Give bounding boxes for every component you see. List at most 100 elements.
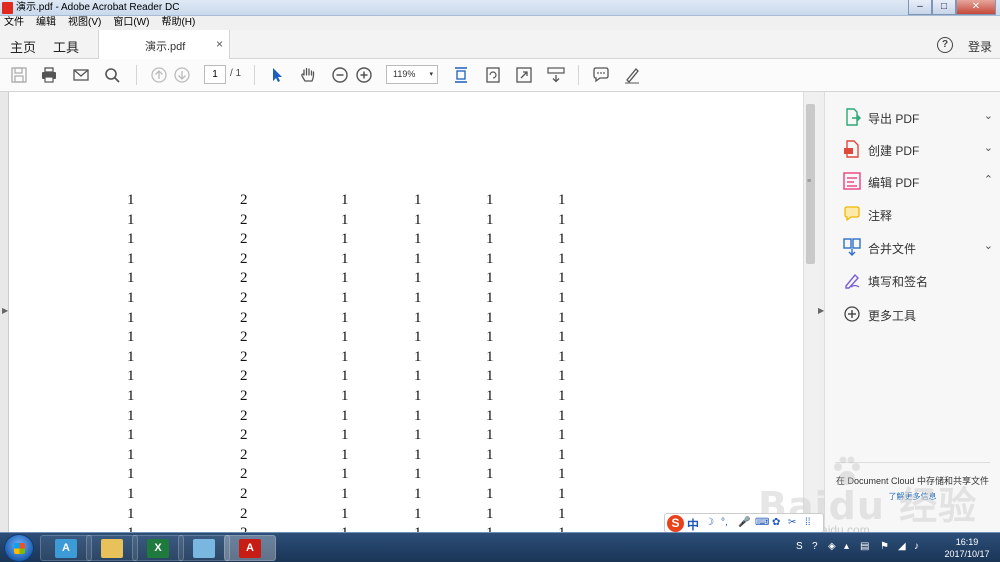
zoom-out-icon[interactable] [331,66,349,84]
half-moon-icon[interactable]: ☽ [705,517,714,528]
tools-pane: 导出 PDF ⌄ 创建 PDF ⌄ 编辑 PDF ⌃ 注释 合并文件 ⌄ 填写和… [825,92,1000,532]
left-pane-toggle[interactable]: ▶ [0,92,9,532]
document-cell: 2 [240,250,248,267]
hand-tool-icon[interactable] [299,66,317,84]
document-cloud-text: 在 Document Cloud 中存储和共享文件 [835,476,990,486]
document-row: 1 2 1 1 1 1 [9,310,609,330]
document-cell: 1 [558,329,566,346]
tool-fill-sign[interactable]: 填写和签名 [843,270,993,292]
taskbar-excel[interactable]: X [132,535,184,561]
document-cell: 1 [558,505,566,522]
document-cell: 1 [341,329,349,346]
tool-more-tools[interactable]: 更多工具 [843,304,993,326]
next-page-icon[interactable] [173,66,191,84]
menu-help[interactable]: 帮助(H) [161,16,195,30]
speaker-tray-icon[interactable]: ♪ [914,541,919,552]
zoom-select[interactable]: 119% ▾ [386,65,438,84]
window-controls: – □ ✕ [908,0,996,15]
tool-export-pdf[interactable]: 导出 PDF ⌄ [843,107,993,129]
vertical-scrollbar[interactable]: ≡ [803,92,817,532]
document-cell: 1 [558,368,566,385]
document-row: 1 2 1 1 1 1 [9,408,609,428]
taskbar-paint[interactable] [178,535,230,561]
document-cell: 1 [414,309,422,326]
select-cursor-icon[interactable] [268,66,286,84]
right-pane-toggle[interactable]: ▶ [817,92,825,532]
volume-tray-icon[interactable]: ◢ [898,541,906,552]
document-cell: 2 [240,466,248,483]
menu-view[interactable]: 视图(V) [68,16,101,30]
tool-combine-files[interactable]: 合并文件 ⌄ [843,237,993,259]
keyboard-icon[interactable]: ⌨ [755,517,769,528]
rotate-page-icon[interactable] [484,66,502,84]
acrobat-app-icon [2,2,13,14]
punctuation-icon[interactable]: °, [721,517,728,528]
email-icon[interactable] [72,66,90,84]
grid-menu-icon[interactable]: ⁞⁞ [805,517,811,528]
help-icon[interactable]: ? [937,37,953,53]
save-icon[interactable] [10,66,28,84]
printer-tray-icon[interactable]: ▤ [860,541,869,552]
chevron-up-tray-icon[interactable]: ▴ [844,541,849,552]
document-cell: 1 [414,368,422,385]
help-tray-icon[interactable]: ? [812,541,818,552]
menu-edit[interactable]: 编辑 [36,16,56,30]
chevron-down-icon[interactable]: ⌄ [984,239,993,252]
ime-toolbar[interactable]: S 中 ☽ °, 🎤 ⌨ ✿ ✂ ⁞⁞ [664,513,824,533]
system-clock[interactable]: 16:19 2017/10/17 [938,536,996,560]
page-number-input[interactable]: 1 [204,65,226,84]
chevron-down-icon[interactable]: ⌄ [984,141,993,154]
skin-icon[interactable]: ✿ [772,517,780,528]
flag-tray-icon[interactable]: ⚑ [880,541,889,552]
document-cell: 1 [558,466,566,483]
document-cell: 1 [486,250,494,267]
print-icon[interactable] [40,66,58,84]
zoom-in-icon[interactable] [355,66,373,84]
minimize-button[interactable]: – [908,0,932,15]
document-cell: 1 [127,192,135,208]
ime-mode-label[interactable]: 中 [687,516,699,533]
tab-document[interactable]: 演示.pdf × [98,30,230,59]
document-cell: 1 [341,250,349,267]
maximize-button[interactable]: □ [932,0,956,15]
fit-width-icon[interactable] [452,66,470,84]
fill-sign-icon [843,271,861,289]
document-cell: 1 [486,211,494,228]
document-cell: 1 [558,486,566,502]
sogou-tray-icon[interactable]: S [796,541,803,552]
tool-create-pdf[interactable]: 创建 PDF ⌄ [843,139,993,161]
search-icon[interactable] [103,66,121,84]
start-button[interactable] [4,534,34,562]
keyboard-scroll-icon[interactable] [547,66,565,84]
document-cell: 2 [240,329,248,346]
toolbox-icon[interactable]: ✂ [788,517,796,528]
highlight-pen-icon[interactable] [623,66,641,84]
document-cell: 1 [341,525,349,532]
taskbar-acrobat[interactable]: A [224,535,276,561]
login-link[interactable]: 登录 [968,38,992,55]
network-tray-icon[interactable]: ◈ [828,541,836,552]
document-cell: 1 [486,486,494,502]
document-row: 1 2 1 1 1 1 [9,329,609,349]
taskbar-text-editor[interactable]: A [40,535,92,561]
chevron-up-icon[interactable]: ⌃ [984,173,993,186]
learn-more-link[interactable]: 了解更多信息 [835,491,990,502]
tab-tools[interactable]: 工具 [53,37,79,56]
close-tab-icon[interactable]: × [216,37,223,51]
full-screen-icon[interactable] [515,66,533,84]
taskbar-explorer[interactable] [86,535,138,561]
clock-date: 2017/10/17 [944,549,990,559]
close-button[interactable]: ✕ [956,0,996,15]
previous-page-icon[interactable] [150,66,168,84]
menu-window[interactable]: 窗口(W) [113,16,149,30]
tool-comment[interactable]: 注释 [843,204,993,226]
menu-file[interactable]: 文件 [4,16,24,30]
chevron-down-icon[interactable]: ⌄ [984,109,993,122]
document-view[interactable]: 1211111211111211111211111211111211111211… [9,92,803,532]
tab-home[interactable]: 主页 [10,37,36,56]
document-cell: 1 [414,192,422,208]
microphone-icon[interactable]: 🎤 [738,517,750,528]
comment-bubble-icon[interactable] [592,66,610,84]
tool-edit-pdf[interactable]: 编辑 PDF ⌃ [843,171,993,193]
document-cell: 2 [240,388,248,404]
